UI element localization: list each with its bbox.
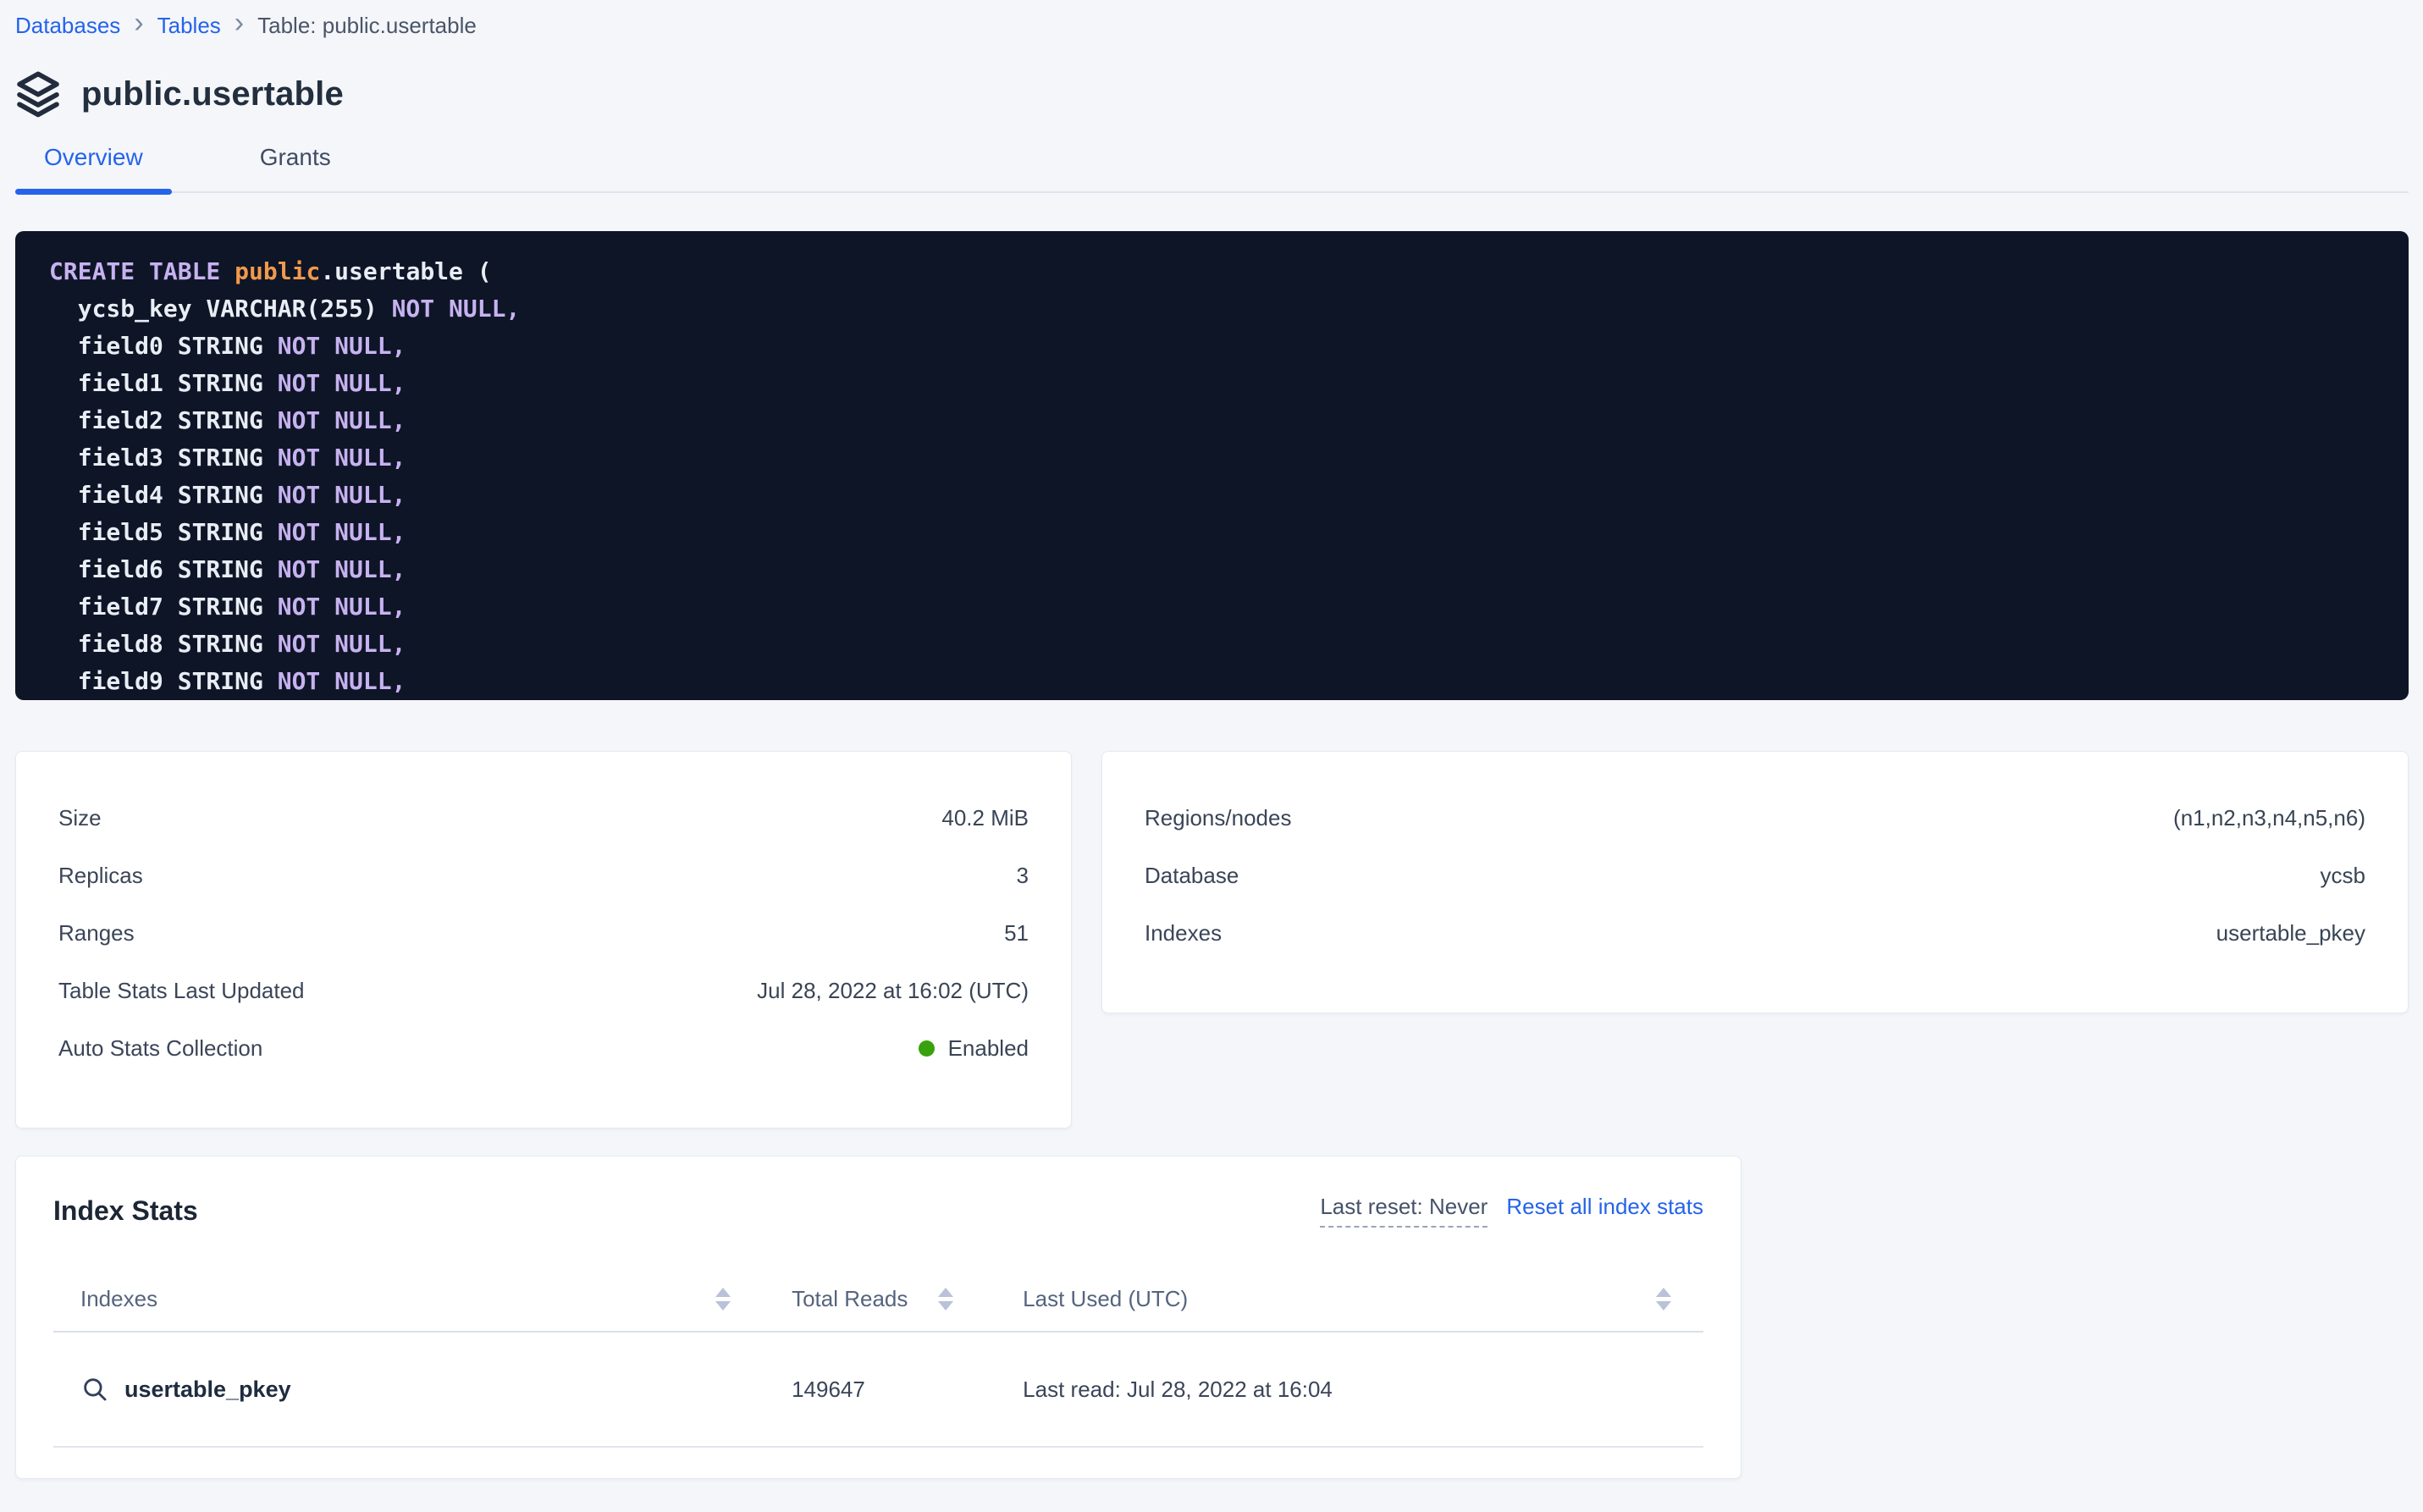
status-enabled-dot-icon: [919, 1040, 935, 1057]
sql-line: field5 STRING NOT NULL,: [49, 514, 2375, 551]
stat-label: Size: [58, 805, 102, 831]
sql-line: field7 STRING NOT NULL,: [49, 588, 2375, 626]
stat-value: Jul 28, 2022 at 16:02 (UTC): [757, 978, 1029, 1004]
stat-row-database: Database ycsb: [1145, 847, 2365, 904]
table-stack-icon: [15, 69, 61, 119]
create-table-statement: CREATE TABLE public.usertable ( ycsb_key…: [15, 231, 2409, 700]
column-header-last-used[interactable]: Last Used (UTC): [985, 1286, 1703, 1312]
chevron-right-icon: ›: [134, 12, 143, 39]
index-stats-table-header: Indexes Total Reads Last Used (UTC): [53, 1266, 1703, 1333]
column-label: Total Reads: [792, 1286, 908, 1312]
index-stats-header: Index Stats Last reset: Never Reset all …: [53, 1194, 1703, 1228]
breadcrumb-link-databases[interactable]: Databases: [15, 13, 120, 39]
index-stats-card: Index Stats Last reset: Never Reset all …: [15, 1156, 1741, 1479]
stat-label: Database: [1145, 863, 1239, 889]
sql-line: ycsb_key VARCHAR(255) NOT NULL,: [49, 290, 2375, 328]
sql-line: field9 STRING NOT NULL,: [49, 663, 2375, 700]
last-used-value: Last read: Jul 28, 2022 at 16:04: [985, 1377, 1703, 1403]
table-details-card: Regions/nodes (n1,n2,n3,n4,n5,n6) Databa…: [1101, 751, 2409, 1013]
sql-line: field0 STRING NOT NULL,: [49, 328, 2375, 365]
stat-row-size: Size 40.2 MiB: [58, 789, 1029, 847]
sql-line: field8 STRING NOT NULL,: [49, 626, 2375, 663]
reset-all-index-stats-link[interactable]: Reset all index stats: [1506, 1194, 1703, 1220]
stat-label: Regions/nodes: [1145, 805, 1291, 831]
sort-icon: [715, 1288, 731, 1311]
tab-overview[interactable]: Overview: [15, 144, 172, 191]
stat-value: Enabled: [919, 1035, 1029, 1062]
stat-row-stats-updated: Table Stats Last Updated Jul 28, 2022 at…: [58, 962, 1029, 1019]
sql-line: field6 STRING NOT NULL,: [49, 551, 2375, 588]
column-header-indexes[interactable]: Indexes: [53, 1286, 763, 1312]
stat-label: Table Stats Last Updated: [58, 978, 305, 1004]
breadcrumb-current: Table: public.usertable: [257, 13, 477, 39]
sql-line: field4 STRING NOT NULL,: [49, 477, 2375, 514]
tab-bar: Overview Grants: [15, 144, 2409, 193]
sql-line: field1 STRING NOT NULL,: [49, 365, 2375, 402]
last-reset-label[interactable]: Last reset: Never: [1320, 1194, 1487, 1228]
sql-line: CREATE TABLE public.usertable (: [49, 253, 2375, 290]
sort-icon: [938, 1288, 953, 1311]
stat-label: Replicas: [58, 863, 143, 889]
stat-label: Ranges: [58, 920, 135, 946]
index-stats-table: Indexes Total Reads Last Used (UTC): [53, 1266, 1703, 1448]
sql-line: field3 STRING NOT NULL,: [49, 439, 2375, 477]
column-label: Last Used (UTC): [1023, 1286, 1188, 1312]
chevron-right-icon: ›: [235, 12, 244, 39]
index-stats-title: Index Stats: [53, 1194, 198, 1228]
stat-value: 40.2 MiB: [941, 805, 1029, 831]
table-details-page: Databases › Tables › Table: public.usert…: [0, 0, 2423, 1479]
stat-value: 3: [1017, 863, 1029, 889]
stat-value: usertable_pkey: [2216, 920, 2365, 946]
stat-row-replicas: Replicas 3: [58, 847, 1029, 904]
stat-label: Indexes: [1145, 920, 1222, 946]
status-text: Enabled: [948, 1035, 1029, 1062]
breadcrumb-link-tables[interactable]: Tables: [157, 13, 221, 39]
sort-icon: [1656, 1288, 1671, 1311]
total-reads-value: 149647: [763, 1377, 985, 1403]
page-header: public.usertable: [15, 69, 2409, 119]
stats-cards-row: Size 40.2 MiB Replicas 3 Ranges 51 Table…: [15, 751, 2409, 1128]
stat-value: (n1,n2,n3,n4,n5,n6): [2173, 805, 2365, 831]
stat-row-regions: Regions/nodes (n1,n2,n3,n4,n5,n6): [1145, 789, 2365, 847]
index-stats-actions: Last reset: Never Reset all index stats: [1320, 1194, 1703, 1228]
stat-row-indexes: Indexes usertable_pkey: [1145, 904, 2365, 962]
index-name: usertable_pkey: [124, 1377, 291, 1403]
sql-code: CREATE TABLE public.usertable ( ycsb_key…: [49, 253, 2375, 700]
stat-value: 51: [1004, 920, 1029, 946]
index-table-row: usertable_pkey 149647 Last read: Jul 28,…: [53, 1333, 1703, 1448]
stat-value: ycsb: [2321, 863, 2365, 889]
tab-grants[interactable]: Grants: [231, 144, 360, 191]
search-icon: [80, 1375, 109, 1404]
column-label: Indexes: [80, 1286, 157, 1312]
index-name-cell[interactable]: usertable_pkey: [53, 1375, 763, 1404]
page-title: public.usertable: [81, 75, 344, 113]
column-header-total-reads[interactable]: Total Reads: [763, 1286, 985, 1312]
stat-label: Auto Stats Collection: [58, 1035, 262, 1062]
sql-line: field2 STRING NOT NULL,: [49, 402, 2375, 439]
breadcrumb: Databases › Tables › Table: public.usert…: [15, 7, 2409, 44]
stat-row-ranges: Ranges 51: [58, 904, 1029, 962]
stat-row-auto-stats: Auto Stats Collection Enabled: [58, 1019, 1029, 1077]
table-overview-card: Size 40.2 MiB Replicas 3 Ranges 51 Table…: [15, 751, 1072, 1128]
